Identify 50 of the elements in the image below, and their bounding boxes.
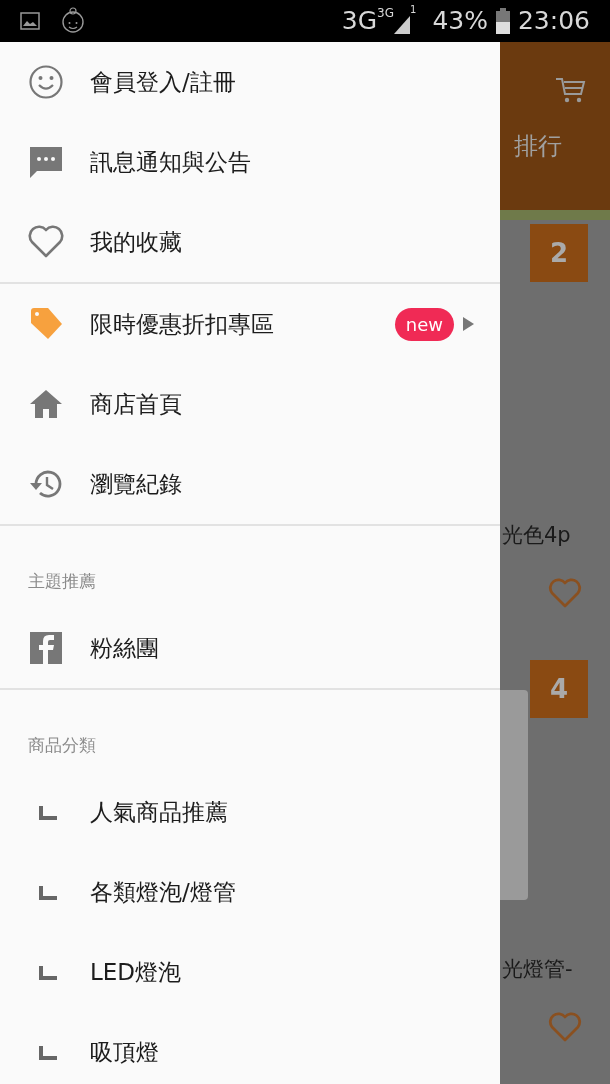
- product-title: 光色4p: [501, 522, 571, 549]
- drawer-item[interactable]: 瀏覽紀錄: [0, 444, 500, 524]
- face-icon: [60, 7, 86, 35]
- tag-icon: [28, 306, 64, 342]
- section-header: 主題推薦: [27, 569, 97, 593]
- heart-icon: [548, 577, 582, 608]
- battery-icon: [495, 8, 510, 34]
- drawer-item[interactable]: 各類燈泡/燈管: [0, 852, 500, 932]
- network-type: 3G: [377, 5, 394, 22]
- drawer-item-label: 粉絲團: [90, 633, 160, 663]
- corner-icon: [38, 884, 60, 900]
- tab-label[interactable]: 排行: [514, 128, 562, 164]
- corner-icon: [38, 964, 60, 980]
- clock: 23:06: [517, 5, 590, 38]
- drawer-item-label: 瀏覽紀錄: [90, 469, 183, 499]
- drawer-item[interactable]: 粉絲團: [0, 608, 500, 688]
- product-title: 光燈管-: [501, 956, 573, 983]
- drawer-item[interactable]: 我的收藏: [0, 202, 500, 282]
- battery-percent: 43%: [432, 5, 488, 38]
- new-badge: new: [394, 307, 454, 341]
- smiley-icon: [28, 64, 64, 100]
- network-type: 3G: [341, 5, 378, 38]
- chat-icon: [28, 144, 64, 180]
- rank-badge: 2: [530, 224, 588, 282]
- drawer-item[interactable]: 訊息通知與公告: [0, 122, 500, 202]
- heart-icon: [28, 224, 64, 260]
- section-header: 商品分類: [27, 733, 97, 757]
- drawer-item-label: 限時優惠折扣專區: [90, 309, 275, 339]
- heart-icon: [548, 1011, 582, 1042]
- drawer-item-label: 人氣商品推薦: [90, 797, 229, 827]
- drawer-item-label: 各類燈泡/燈管: [90, 877, 237, 907]
- image-icon: [20, 12, 40, 30]
- rank-badge: 4: [530, 660, 588, 718]
- sim-slot: 1: [410, 2, 417, 17]
- drawer-item-label: 我的收藏: [90, 227, 183, 257]
- corner-icon: [38, 1044, 60, 1060]
- drawer-item[interactable]: 會員登入/註冊: [0, 42, 500, 122]
- drawer-item-label: 訊息通知與公告: [90, 147, 252, 177]
- drawer-item-label: LED燈泡: [90, 957, 183, 987]
- drawer-item-label: 吸頂燈: [90, 1037, 160, 1067]
- drawer-item[interactable]: 商店首頁: [0, 364, 500, 444]
- drawer-item[interactable]: 吸頂燈: [0, 1012, 500, 1084]
- drawer-item[interactable]: 人氣商品推薦: [0, 772, 500, 852]
- corner-icon: [38, 804, 60, 820]
- drawer-item-label: 會員登入/註冊: [90, 67, 237, 97]
- drawer-item[interactable]: 限時優惠折扣專區 new: [0, 284, 500, 364]
- drawer-item-label: 商店首頁: [90, 389, 183, 419]
- cart-icon: [554, 76, 586, 104]
- facebook-icon: [28, 630, 64, 666]
- drawer-item[interactable]: LED燈泡: [0, 932, 500, 1012]
